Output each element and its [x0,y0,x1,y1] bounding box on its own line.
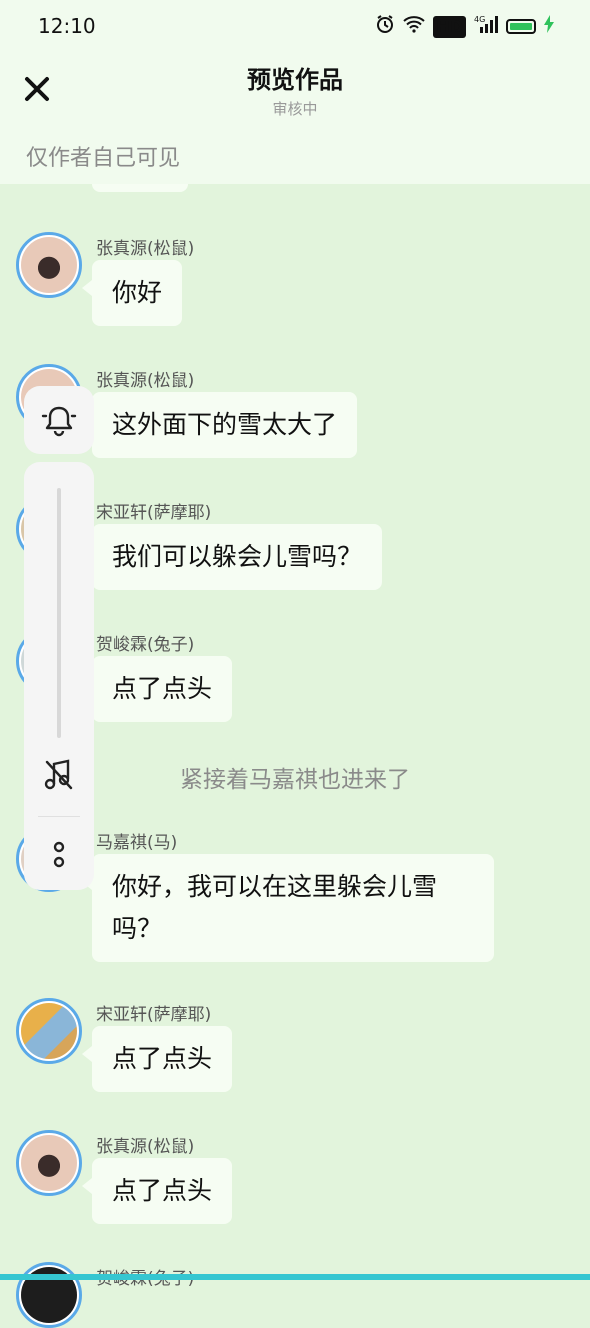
message-bubble[interactable]: 我们可以躲会儿雪吗？ [81,524,383,590]
sender-name: 马嘉祺(马) [96,833,178,853]
progress-slider[interactable] [57,488,61,738]
battery-fill [510,23,532,30]
sender-name: 宋亚轩(萨摩耶) [96,1005,212,1025]
message-bubble[interactable]: 这外面下的雪太大了 [81,392,358,458]
bottom-accent-bar [0,1274,590,1280]
more-icon [53,841,65,868]
message-bubble[interactable]: 点了点头 [81,1026,233,1092]
message-bubble[interactable]: 点了点头 [81,656,233,722]
music-toggle-button[interactable] [44,758,74,792]
more-button[interactable] [48,838,70,872]
message-bubble[interactable]: 你好，我可以在这里躲会儿雪吗？ [82,854,494,962]
page-subtitle: 审核中 [272,100,318,118]
sender-name: 宋亚轩(萨摩耶) [96,503,212,523]
sender-name: 贺峻霖(兔子) [96,635,195,655]
hd-icon: HD [433,15,466,38]
avatar[interactable] [16,1262,82,1328]
sender-name: 张真源(松鼠) [96,1137,195,1157]
page-title: 预览作品 [247,66,343,94]
message-bubble[interactable]: 点了点头 [81,1158,233,1224]
visibility-note: 仅作者自己可见 [26,146,181,171]
playback-control-panel [24,462,94,890]
avatar[interactable] [16,998,82,1064]
previous-message-bubble [92,184,188,192]
music-off-icon [44,759,73,790]
page-header: 预览作品 审核中 仅作者自己可见 [0,52,590,184]
status-time: 12:10 [38,14,96,38]
avatar[interactable] [16,1130,82,1196]
sender-name: 张真源(松鼠) [96,239,195,259]
wifi-icon [403,15,425,38]
notification-button[interactable] [24,386,94,454]
avatar[interactable] [16,232,82,298]
network-label: 4G [474,15,485,24]
status-bar: 12:10 HD 4G [0,0,590,52]
bell-icon [41,406,77,437]
message-bubble[interactable]: 你好 [81,260,183,326]
status-icons: HD 4G [375,14,554,39]
charging-bolt-icon [544,15,554,38]
alarm-icon [375,14,395,39]
divider [38,816,80,817]
battery-icon [506,19,536,34]
sender-name: 张真源(松鼠) [96,371,195,391]
signal-4g-icon: 4G [474,14,498,39]
